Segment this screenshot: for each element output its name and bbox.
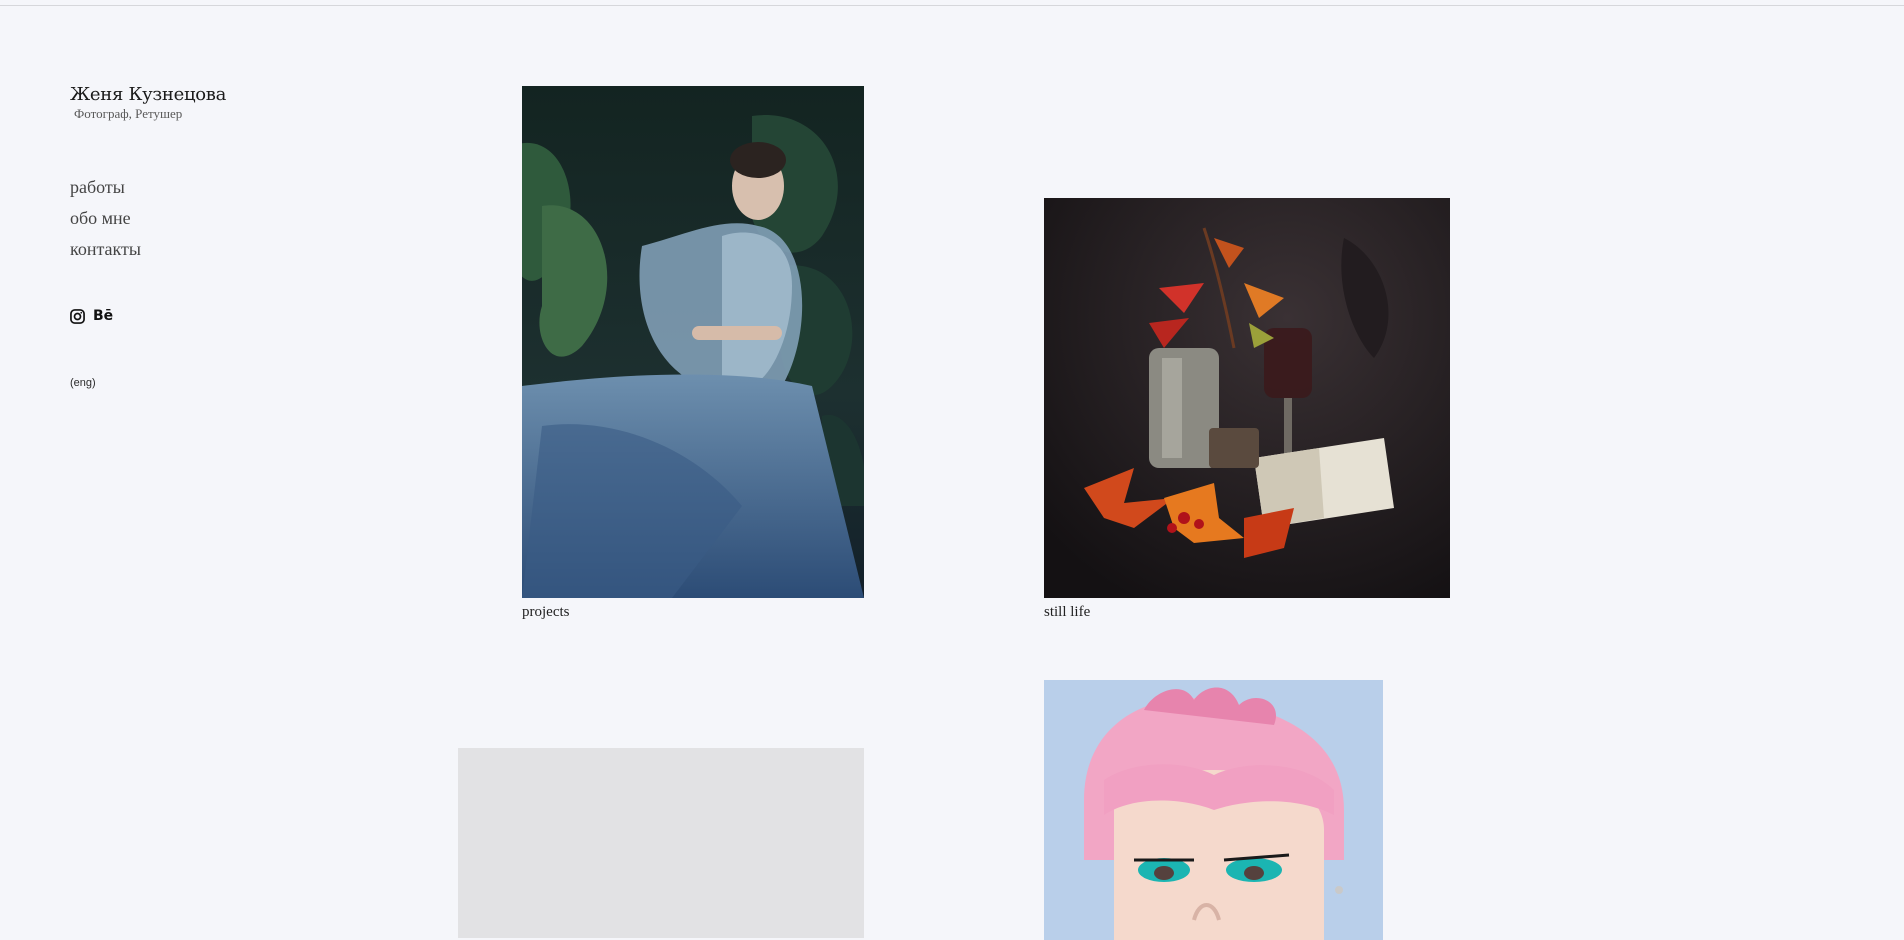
placeholder-thumbnail xyxy=(458,748,864,938)
site-subtitle: Фотограф, Ретушер xyxy=(74,106,183,121)
gallery-caption: still life xyxy=(1044,604,1091,620)
nav-item-works[interactable]: работы xyxy=(70,176,370,199)
gallery-card-projects[interactable]: projects xyxy=(522,86,864,622)
gallery-caption: projects xyxy=(522,604,570,620)
sidebar: Женя Кузнецова Фотограф, Ретушер работы … xyxy=(70,84,370,391)
instagram-icon[interactable] xyxy=(70,309,85,324)
portrait-thumbnail xyxy=(1044,680,1383,940)
nav-item-contacts[interactable]: контакты xyxy=(70,238,370,261)
projects-thumbnail xyxy=(522,86,864,598)
behance-icon[interactable]: Bē xyxy=(93,309,113,324)
social-links: Bē xyxy=(70,309,370,324)
language-switch[interactable]: (eng) xyxy=(70,376,96,390)
gallery-card-still-life[interactable]: still life xyxy=(1044,198,1450,622)
gallery-card-portrait[interactable] xyxy=(1044,680,1383,940)
gallery-card-placeholder[interactable] xyxy=(458,748,864,938)
nav-item-about[interactable]: обо мне xyxy=(70,207,370,230)
main-nav: работы обо мне контакты xyxy=(70,176,370,261)
top-divider xyxy=(0,5,1904,6)
still-life-thumbnail xyxy=(1044,198,1450,598)
site-title[interactable]: Женя Кузнецова xyxy=(70,84,370,106)
